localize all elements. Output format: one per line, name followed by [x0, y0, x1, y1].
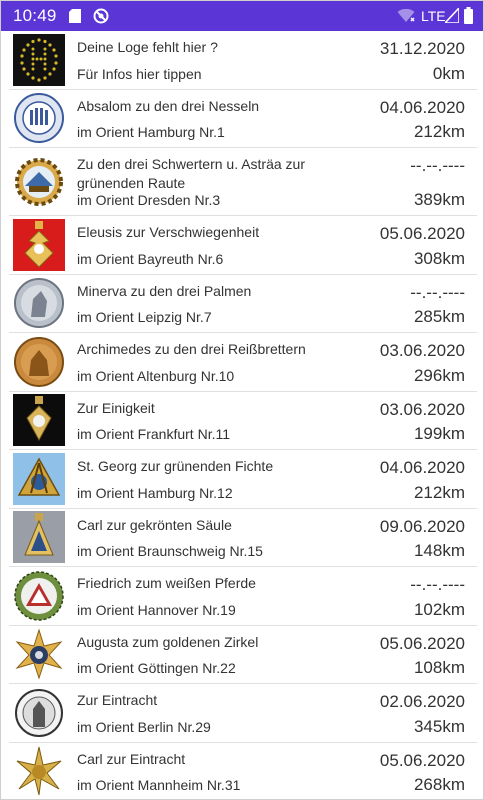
lodge-list-item[interactable]: Zur Eintracht im Orient Berlin Nr.29 02.06…	[9, 684, 477, 743]
lodge-name: Zu den drei Schwertern u. Asträa zur grü…	[77, 156, 305, 191]
lodge-orient: im Orient Göttingen Nr.22	[77, 660, 236, 676]
do-not-disturb-icon	[93, 8, 109, 24]
lodge-placeholder-icon	[13, 33, 65, 86]
lodge-distance: 0km	[432, 63, 465, 83]
lodge-list-item[interactable]: Eleusis zur Verschwiegenheit im Orient Ba…	[9, 216, 477, 275]
lodge-date: 09.06.2020	[379, 516, 465, 536]
lodge-date: 03.06.2020	[379, 341, 465, 360]
lodge-jewel-black-icon	[13, 394, 65, 447]
lodge-name: Absalom zu den drei Nesseln	[77, 97, 260, 114]
lodge-orient: im Orient Leipzig Nr.7	[77, 309, 212, 325]
lodge-name: St. Georg zur grünenden Fichte	[77, 458, 274, 474]
lodge-medal-bronze-icon	[13, 335, 65, 388]
lodge-name: Deine Loge fehlt hier ?	[77, 39, 218, 55]
lodge-date: 05.06.2020	[379, 224, 465, 243]
app-screen: 10:49 LTE Deine Loge fehlt hier ? Für Inf…	[0, 0, 484, 800]
wifi-off-icon	[397, 9, 415, 22]
lodge-gear-emblem-icon	[13, 155, 65, 208]
lodge-orient: im Orient Berlin Nr.29	[77, 718, 211, 735]
lodge-distance: 212km	[413, 122, 465, 141]
lodge-date: --.--.----	[410, 575, 465, 594]
lodge-list: Deine Loge fehlt hier ? Für Infos hier ti…	[1, 31, 483, 800]
lodge-orient: Für Infos hier tippen	[77, 65, 202, 82]
lodge-orient: im Orient Hannover Nr.19	[77, 601, 236, 618]
signal-icon	[445, 8, 459, 23]
lodge-distance: 389km	[413, 190, 465, 209]
lodge-date: 05.06.2020	[379, 633, 465, 653]
lodge-compass-blue-icon	[13, 452, 65, 505]
lodge-list-item[interactable]: St. Georg zur grünenden Fichte im Orient …	[9, 450, 477, 509]
lodge-orient: im Orient Altenburg Nr.10	[77, 367, 235, 384]
lodge-list-item[interactable]: Archimedes zu den drei Reißbrettern im Or…	[9, 333, 477, 392]
lodge-list-item[interactable]: Minerva zu den drei Palmen im Orient Leip…	[9, 275, 477, 333]
lodge-date: 03.06.2020	[379, 399, 465, 419]
sim-card-icon	[69, 9, 81, 23]
lodge-list-item[interactable]: Carl zur Eintracht im Orient Mannheim Nr.…	[9, 743, 477, 800]
lodge-distance: 296km	[413, 365, 465, 385]
lodge-list-item[interactable]: Absalom zu den drei Nesseln im Orient Ham…	[9, 90, 477, 148]
lodge-name: Zur Einigkeit	[77, 399, 155, 416]
lodge-medal-silver-icon	[13, 277, 65, 330]
lodge-orient: im Orient Braunschweig Nr.15	[77, 543, 263, 559]
lodge-list-item[interactable]: Zu den drei Schwertern u. Asträa zur grü…	[9, 148, 477, 216]
battery-icon	[464, 7, 473, 24]
lodge-distance: 102km	[413, 599, 465, 619]
lodge-date: --.--.----	[410, 156, 465, 175]
lodge-list-item[interactable]: Carl zur gekrönten Säule im Orient Brauns…	[9, 509, 477, 567]
lodge-seal-bw-icon	[13, 686, 65, 739]
lodge-distance: 308km	[413, 248, 465, 268]
lodge-orient: im Orient Bayreuth Nr.6	[77, 250, 224, 267]
lodge-name: Zur Eintracht	[77, 692, 158, 708]
status-bar: 10:49 LTE	[1, 1, 483, 31]
lodge-distance: 148km	[413, 541, 465, 560]
lodge-distance: 285km	[413, 307, 465, 326]
lodge-distance: 199km	[413, 424, 465, 443]
lodge-seal-icon	[13, 92, 65, 145]
lodge-triangle-emblem-icon	[13, 569, 65, 622]
lodge-orient: im Orient Mannheim Nr.31	[77, 777, 241, 793]
lodge-name: Eleusis zur Verschwiegenheit	[77, 224, 260, 240]
lodge-list-item[interactable]: Zur Einigkeit im Orient Frankfurt Nr.11 03…	[9, 392, 477, 450]
lodge-date: 02.06.2020	[379, 692, 465, 711]
network-type: LTE	[421, 8, 446, 24]
lodge-orient: im Orient Hamburg Nr.1	[77, 124, 225, 140]
lodge-name: Minerva zu den drei Palmen	[77, 282, 252, 299]
lodge-distance: 268km	[413, 775, 465, 794]
lodge-list-item[interactable]: Deine Loge fehlt hier ? Für Infos hier ti…	[9, 31, 477, 90]
lodge-date: 04.06.2020	[379, 458, 465, 477]
lodge-date: 04.06.2020	[379, 97, 465, 117]
lodge-star-gold-icon	[13, 745, 65, 798]
lodge-name: Augusta zum goldenen Zirkel	[77, 633, 259, 650]
lodge-star-icon	[13, 628, 65, 681]
lodge-date: 31.12.2020	[379, 39, 465, 58]
lodge-distance: 212km	[413, 482, 465, 502]
lodge-name: Carl zur Eintracht	[77, 750, 186, 767]
lodge-date: --.--.----	[410, 282, 465, 302]
lodge-date: 05.06.2020	[379, 750, 465, 770]
lodge-list-item[interactable]: Friedrich zum weißen Pferde im Orient Han…	[9, 567, 477, 626]
lodge-distance: 108km	[413, 658, 465, 677]
lodge-orient: im Orient Hamburg Nr.12	[77, 484, 233, 501]
lodge-orient: im Orient Dresden Nr.3	[77, 192, 221, 208]
lodge-name: Friedrich zum weißen Pferde	[77, 575, 256, 591]
lodge-name: Archimedes zu den drei Reißbrettern	[77, 341, 306, 357]
lodge-jewel-grey-icon	[13, 511, 65, 564]
status-time: 10:49	[13, 6, 57, 25]
lodge-list-item[interactable]: Augusta zum goldenen Zirkel im Orient Göt…	[9, 626, 477, 684]
lodge-jewel-red-icon	[13, 218, 65, 271]
lodge-orient: im Orient Frankfurt Nr.11	[77, 426, 231, 442]
lodge-distance: 345km	[413, 716, 465, 736]
lodge-name: Carl zur gekrönten Säule	[77, 516, 232, 533]
